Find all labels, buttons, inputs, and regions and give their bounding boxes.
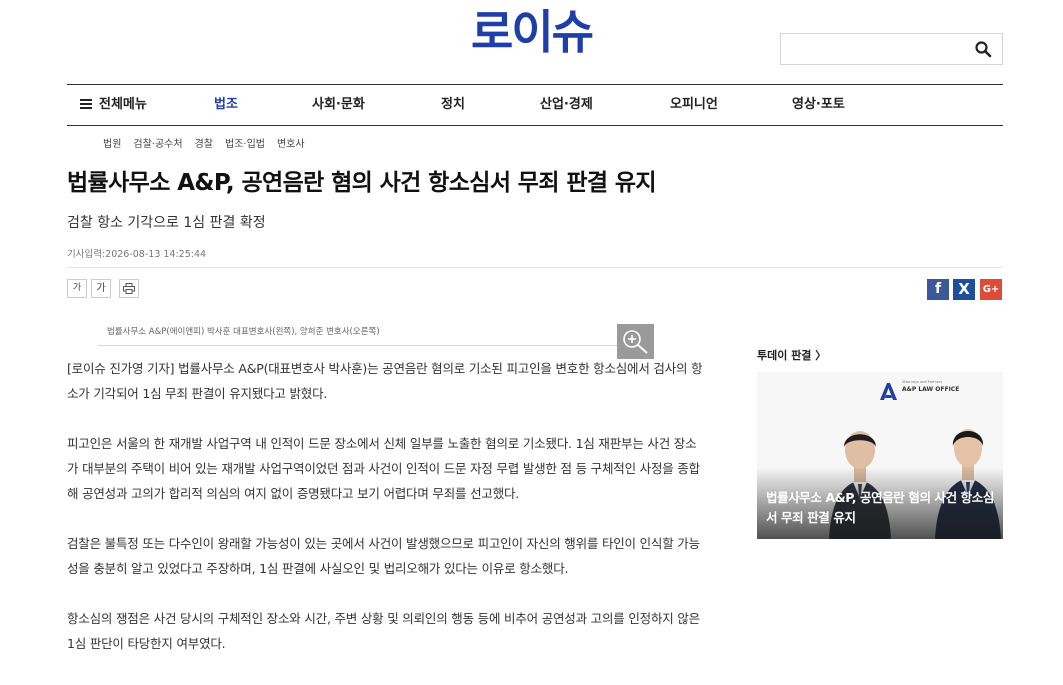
sub-nav: 법원 검찰·공수처 경찰 법조·입법 변호사 xyxy=(103,135,317,150)
article-paragraph: 피고인은 서울의 한 재개발 사업구역 내 인적이 드문 장소에서 신체 일부를… xyxy=(67,436,700,501)
nav-item-politics[interactable]: 정치 xyxy=(441,85,465,125)
subnav-item-court[interactable]: 법원 xyxy=(103,139,121,150)
subnav-item-lawyer[interactable]: 변호사 xyxy=(277,139,305,150)
zoom-in-icon xyxy=(623,330,648,354)
all-menu-label: 전체메뉴 xyxy=(99,97,147,112)
caption-divider xyxy=(98,345,654,346)
nav-item-society[interactable]: 사회·문화 xyxy=(312,85,365,125)
today-ruling-card[interactable]: Attorneys and Partners A&P LAW OFFICE 법률… xyxy=(757,372,1003,539)
site-logo[interactable]: 로이슈 xyxy=(471,2,594,62)
article-paragraph: [로이슈 진가영 기자] 법률사무소 A&P(대표변호사 박사훈)는 공연음란 … xyxy=(67,361,703,401)
today-ruling-title[interactable]: 법률사무소 A&P, 공연음란 혐의 사건 항소심서 무죄 판결 유지 xyxy=(766,488,998,528)
facebook-share-button[interactable]: f xyxy=(927,279,949,300)
nav-item-law[interactable]: 법조 xyxy=(214,85,238,125)
subnav-item-legislation[interactable]: 법조·입법 xyxy=(225,139,265,150)
font-smaller-button[interactable]: 가 xyxy=(67,279,87,298)
print-button[interactable] xyxy=(119,279,139,298)
article-paragraph: 검찰은 불특정 또는 다수인이 왕래할 가능성이 있는 곳에서 사건이 발생했으… xyxy=(67,536,700,576)
font-larger-button[interactable]: 가 xyxy=(91,279,111,298)
law-office-logo-text: A&P LAW OFFICE xyxy=(902,386,960,393)
article-paragraph: 항소심의 쟁점은 사건 당시의 구체적인 장소와 시간, 주변 상황 및 의뢰인… xyxy=(67,611,700,651)
photo-caption: 법률사무소 A&P(에이앤피) 박사훈 대표변호사(왼쪽), 양희준 변호사(오… xyxy=(107,327,380,337)
article-dateline: 기사입력:2026-08-13 14:25:44 xyxy=(67,249,207,260)
image-zoom-button[interactable] xyxy=(617,324,654,359)
law-office-logo-subtext: Attorneys and Partners xyxy=(902,380,943,384)
twitter-share-button[interactable]: X xyxy=(953,279,975,300)
nav-item-economy[interactable]: 산업·경제 xyxy=(540,85,593,125)
main-nav: 전체메뉴 법조 사회·문화 정치 산업·경제 오피니언 영상·포토 xyxy=(67,84,1003,126)
print-icon xyxy=(123,283,135,294)
subnav-item-police[interactable]: 경찰 xyxy=(195,139,213,150)
search-box xyxy=(780,33,1003,65)
article-title: 법률사무소 A&P, 공연음란 혐의 사건 항소심서 무죄 판결 유지 xyxy=(67,170,657,196)
subnav-item-prosecution[interactable]: 검찰·공수처 xyxy=(133,139,182,150)
article-subtitle: 검찰 항소 기각으로 1심 판결 확정 xyxy=(67,215,266,231)
google-plus-share-button[interactable]: G+ xyxy=(980,279,1002,300)
nav-item-video[interactable]: 영상·포토 xyxy=(792,85,845,125)
search-input[interactable] xyxy=(781,34,971,64)
nav-item-opinion[interactable]: 오피니언 xyxy=(670,85,718,125)
article-body: [로이슈 진가영 기자] 법률사무소 A&P(대표변호사 박사훈)는 공연음란 … xyxy=(67,356,707,681)
ap-logo-icon xyxy=(880,383,897,400)
hamburger-icon xyxy=(80,98,92,109)
today-ruling-label[interactable]: 투데이 판결 〉 xyxy=(757,347,826,363)
all-menu-button[interactable]: 전체메뉴 xyxy=(80,85,147,125)
divider xyxy=(67,267,1003,268)
search-icon[interactable] xyxy=(974,40,992,58)
